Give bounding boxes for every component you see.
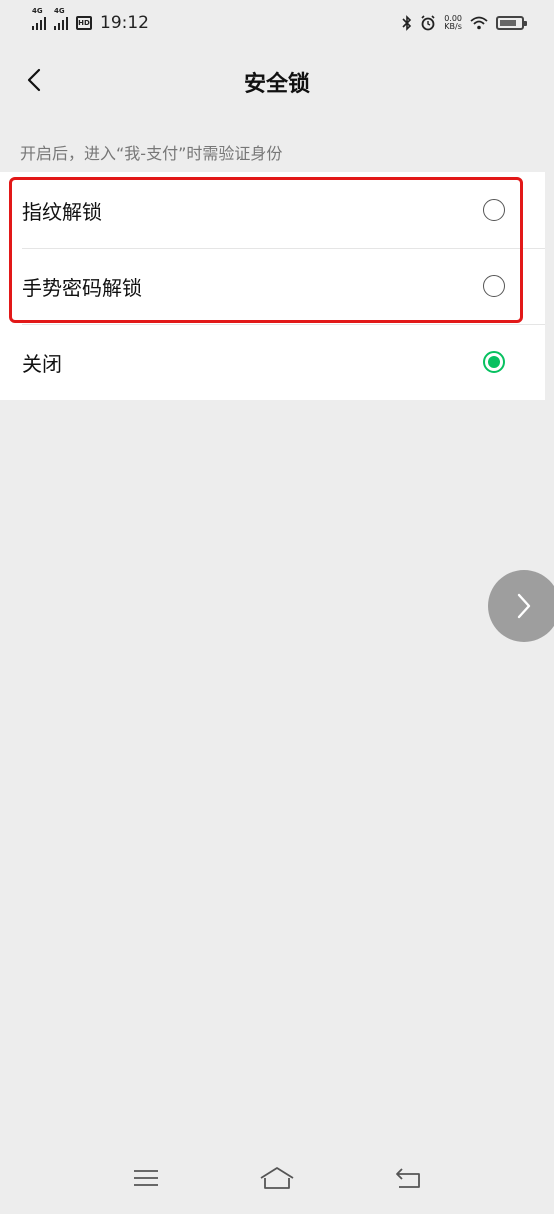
radio-checked-icon[interactable] <box>483 351 505 373</box>
network-type-label: 4G <box>32 7 43 15</box>
chevron-right-icon <box>517 593 531 619</box>
wifi-icon <box>470 16 488 30</box>
option-off[interactable]: 关闭 <box>0 324 545 400</box>
home-button[interactable] <box>252 1158 302 1198</box>
option-label: 关闭 <box>22 351 62 376</box>
hd-icon: HD <box>76 16 92 30</box>
status-bar-right: 0.00 KB/s <box>402 15 527 31</box>
signal-icon: 4G <box>32 7 46 30</box>
status-time: 19:12 <box>100 13 149 33</box>
back-icon <box>396 1168 421 1188</box>
page-title: 安全锁 <box>243 72 310 97</box>
signal-icon-2: 4G <box>54 7 68 30</box>
battery-icon <box>496 16 527 30</box>
status-bar-left: 4G 4G HD 19:12 <box>32 7 149 33</box>
lock-options-list: 指纹解锁 手势密码解锁 关闭 <box>0 172 545 400</box>
home-icon <box>260 1167 294 1189</box>
radio-unchecked-icon[interactable] <box>483 275 505 297</box>
menu-icon <box>133 1170 158 1186</box>
option-label: 手势密码解锁 <box>22 275 142 300</box>
menu-button[interactable] <box>121 1158 171 1198</box>
option-fingerprint-unlock[interactable]: 指纹解锁 <box>0 172 545 248</box>
system-nav-bar <box>0 1150 554 1206</box>
radio-unchecked-icon[interactable] <box>483 199 505 221</box>
bluetooth-icon <box>402 15 412 31</box>
option-gesture-unlock[interactable]: 手势密码解锁 <box>0 248 545 324</box>
back-nav-button[interactable] <box>383 1158 433 1198</box>
network-type-label-2: 4G <box>54 7 65 15</box>
network-speed: 0.00 KB/s <box>444 15 462 31</box>
status-bar: 4G 4G HD 19:12 0.00 KB/s <box>0 0 554 46</box>
floating-button[interactable] <box>488 570 554 642</box>
alarm-icon <box>421 15 435 31</box>
option-label: 指纹解锁 <box>22 199 102 224</box>
nav-bar: 安全锁 <box>0 46 554 116</box>
network-speed-unit: KB/s <box>444 22 462 31</box>
hint-text: 开启后，进入“我-支付”时需验证身份 <box>20 144 283 163</box>
